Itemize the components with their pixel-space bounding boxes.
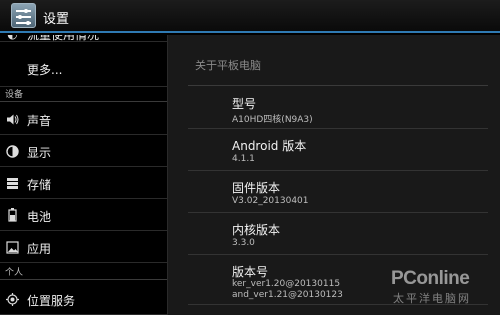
info-row-model[interactable]: 型号 A10HD四核(N9A3) bbox=[188, 87, 488, 129]
action-bar: 设置 bbox=[0, 0, 500, 33]
info-row-kernel-version[interactable]: 内核版本 3.3.0 bbox=[188, 213, 488, 255]
sidebar-item-more[interactable]: 更多... bbox=[0, 53, 167, 87]
sidebar-item-display[interactable]: 显示 bbox=[0, 135, 167, 167]
sidebar-item-storage[interactable]: 存储 bbox=[0, 167, 167, 199]
sound-icon bbox=[6, 113, 19, 126]
app-title: 设置 bbox=[43, 12, 70, 27]
sidebar-item-battery[interactable]: 电池 bbox=[0, 199, 167, 231]
watermark-logo: PConline 太平洋电脑网 bbox=[391, 268, 471, 305]
section-header-device: 设备 bbox=[0, 86, 167, 102]
info-row-firmware-version[interactable]: 固件版本 V3.02_20130401 bbox=[188, 171, 488, 213]
page-title: 关于平板电脑 bbox=[195, 59, 261, 72]
sidebar-item-data-usage[interactable]: ◐ 流量使用情况 bbox=[0, 35, 167, 42]
sidebar-item-apps[interactable]: 应用 bbox=[0, 231, 167, 263]
display-icon bbox=[6, 145, 19, 158]
sidebar-item-location[interactable]: 位置服务 bbox=[0, 283, 167, 315]
battery-icon bbox=[6, 208, 19, 222]
storage-icon bbox=[6, 177, 19, 190]
settings-sliders-icon[interactable] bbox=[11, 3, 36, 28]
settings-sidebar[interactable]: ◐ 流量使用情况 更多... 设备 声音 显示 存储 bbox=[0, 35, 167, 315]
sidebar-item-sound[interactable]: 声音 bbox=[0, 103, 167, 135]
settings-screen: 设置 ◐ 流量使用情况 更多... 设备 声音 显示 bbox=[0, 0, 500, 315]
apps-icon bbox=[6, 241, 19, 254]
section-header-personal: 个人 bbox=[0, 264, 167, 280]
info-row-android-version[interactable]: Android 版本 4.1.1 bbox=[188, 129, 488, 171]
title-divider bbox=[188, 85, 488, 86]
location-icon bbox=[6, 293, 19, 306]
data-usage-icon: ◐ bbox=[6, 35, 19, 41]
